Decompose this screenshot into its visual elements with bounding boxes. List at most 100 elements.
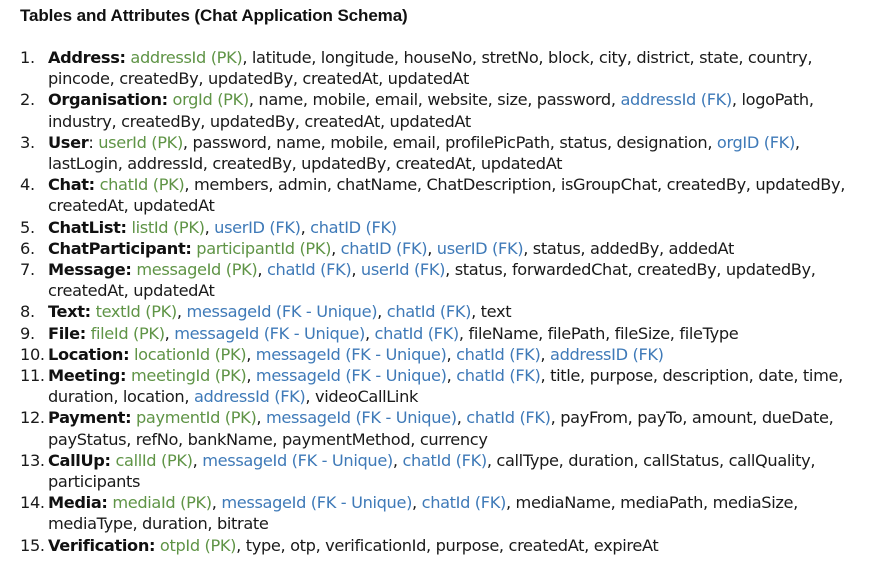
table-item: 5. ChatList: listId (PK), userID (FK), ch…: [20, 217, 865, 238]
table-item: 14. Media: mediaId (PK), messageId (FK - …: [20, 492, 865, 534]
foreign-key: chatId (FK): [456, 366, 541, 386]
item-number: 5.: [20, 217, 35, 237]
item-number: 6.: [20, 238, 35, 258]
table-name: CallUp:: [48, 450, 111, 470]
foreign-key: chatID (FK): [340, 238, 428, 258]
table-definition: Address: addressId (PK), latitude, longi…: [48, 47, 865, 89]
item-number: 12.: [20, 408, 45, 428]
item-number: 15.: [20, 535, 45, 555]
primary-key: textId (PK): [95, 302, 178, 322]
attribute-text: , fileName, filePath, fileSize, fileType: [458, 323, 739, 343]
table-definition: ChatList: listId (PK), userID (FK), chat…: [48, 217, 865, 238]
table-item: 6. ChatParticipant: participantId (PK), c…: [20, 238, 865, 259]
item-number: 10.: [20, 344, 45, 364]
primary-key: fileId (PK): [90, 323, 165, 343]
item-number: 3.: [20, 132, 35, 152]
attribute-text: ,: [412, 493, 422, 513]
attribute-text: ,: [246, 344, 256, 364]
table-definition: Meeting: meetingId (PK), messageId (FK -…: [48, 365, 865, 407]
table-item: 10. Location: locationId (PK), messageId …: [20, 344, 865, 365]
table-definition: Media: mediaId (PK), messageId (FK - Uni…: [48, 492, 865, 534]
foreign-key: addressID (FK): [550, 344, 664, 364]
document-heading: Tables and Attributes (Chat Application …: [20, 6, 408, 25]
table-definition: CallUp: callId (PK), messageId (FK - Uni…: [48, 450, 865, 492]
table-item: 8. Text: textId (PK), messageId (FK - Uni…: [20, 301, 865, 322]
foreign-key: chatId (FK): [266, 260, 352, 280]
item-number: 4.: [20, 175, 35, 195]
table-name: ChatList:: [48, 217, 127, 237]
foreign-key: chatId (FK): [374, 323, 460, 343]
attribute-text: , status, addedBy, addedAt: [523, 238, 734, 258]
foreign-key: chatId (FK): [402, 450, 488, 470]
foreign-key: messageId (FK - Unique): [202, 450, 393, 470]
foreign-key: messageId (FK - Unique): [186, 302, 378, 322]
attribute-text: , type, otp, verificationId, purpose, cr…: [236, 535, 659, 555]
attribute-text: ,: [246, 366, 256, 386]
attribute-text: ,: [364, 323, 375, 343]
item-number: 13.: [20, 450, 45, 470]
table-name: User: [48, 132, 89, 152]
attribute-text: ,: [164, 323, 175, 343]
item-number: 14.: [20, 493, 45, 513]
attribute-text: , videoCallLink: [305, 387, 419, 407]
attribute-text: ,: [456, 408, 467, 428]
foreign-key: addressId (FK): [193, 387, 306, 407]
foreign-key: addressId (FK): [620, 90, 732, 110]
table-name: File:: [48, 323, 86, 343]
attribute-text: , text: [471, 302, 512, 322]
table-name: Message:: [48, 260, 132, 280]
primary-key: userId (PK): [98, 132, 183, 152]
item-number: 1.: [20, 48, 35, 67]
foreign-key: chatId (FK): [456, 344, 541, 364]
attribute-text: ,: [256, 408, 267, 428]
table-item: 4. Chat: chatId (PK), members, admin, cha…: [20, 174, 865, 216]
attribute-text: ,: [192, 450, 203, 470]
foreign-key: chatID (FK): [310, 217, 397, 237]
table-name: Verification:: [48, 535, 156, 555]
primary-key: messageId (PK): [136, 260, 258, 280]
attribute-text: , password, name, mobile, email, profile…: [182, 132, 717, 152]
attribute-text: ,: [300, 217, 311, 237]
table-definition: File: fileId (PK), messageId (FK - Uniqu…: [48, 323, 865, 344]
foreign-key: messageId (FK - Unique): [174, 323, 365, 343]
attribute-text: , name, mobile, email, website, size, pa…: [248, 90, 621, 110]
foreign-key: messageId (FK - Unique): [255, 366, 447, 386]
table-item: 7. Message: messageId (PK), chatId (FK), …: [20, 259, 865, 301]
primary-key: listId (PK): [131, 217, 205, 237]
item-number: 2.: [20, 90, 35, 110]
item-number: 11.: [20, 366, 45, 386]
attribute-text: ,: [446, 366, 457, 386]
table-item: 15. Verification: otpId (PK), type, otp, …: [20, 535, 865, 556]
table-item: 2. Organisation: orgId (PK), name, mobile…: [20, 89, 865, 131]
foreign-key: messageId (FK - Unique): [266, 408, 457, 428]
item-number: 9.: [20, 323, 35, 343]
foreign-key: userID (FK): [436, 238, 524, 258]
table-name: Meeting:: [48, 366, 127, 386]
foreign-key: chatId (FK): [421, 493, 507, 513]
attribute-text: ,: [540, 344, 550, 364]
table-definition: Text: textId (PK), messageId (FK - Uniqu…: [48, 301, 865, 322]
attribute-text: ,: [331, 238, 341, 258]
primary-key: locationId (PK): [134, 344, 247, 364]
primary-key: participantId (PK): [196, 238, 332, 258]
primary-key: callId (PK): [115, 450, 193, 470]
table-definition: Payment: paymentId (PK), messageId (FK -…: [48, 407, 865, 449]
primary-key: chatId (PK): [99, 175, 185, 195]
foreign-key: userID (FK): [214, 217, 301, 237]
foreign-key: messageId (FK - Unique): [221, 493, 413, 513]
foreign-key: orgID (FK): [716, 132, 795, 152]
table-definition: User: userId (PK), password, name, mobil…: [48, 132, 865, 174]
attribute-text: ,: [351, 260, 361, 280]
table-item: 3. User: userId (PK), password, name, mob…: [20, 132, 865, 174]
table-definition: Verification: otpId (PK), type, otp, ver…: [48, 535, 865, 556]
table-item: 12. Payment: paymentId (PK), messageId (F…: [20, 407, 865, 449]
primary-key: meetingId (PK): [130, 366, 247, 386]
table-item: 11. Meeting: meetingId (PK), messageId (F…: [20, 365, 865, 407]
table-item: 1. Address: addressId (PK), latitude, lon…: [20, 47, 865, 89]
attribute-text: ,: [392, 450, 403, 470]
foreign-key: messageId (FK - Unique): [255, 344, 447, 364]
table-name: Organisation:: [48, 90, 168, 110]
attribute-text: :: [88, 132, 99, 152]
primary-key: otpId (PK): [159, 535, 237, 555]
attribute-text: ,: [427, 238, 437, 258]
